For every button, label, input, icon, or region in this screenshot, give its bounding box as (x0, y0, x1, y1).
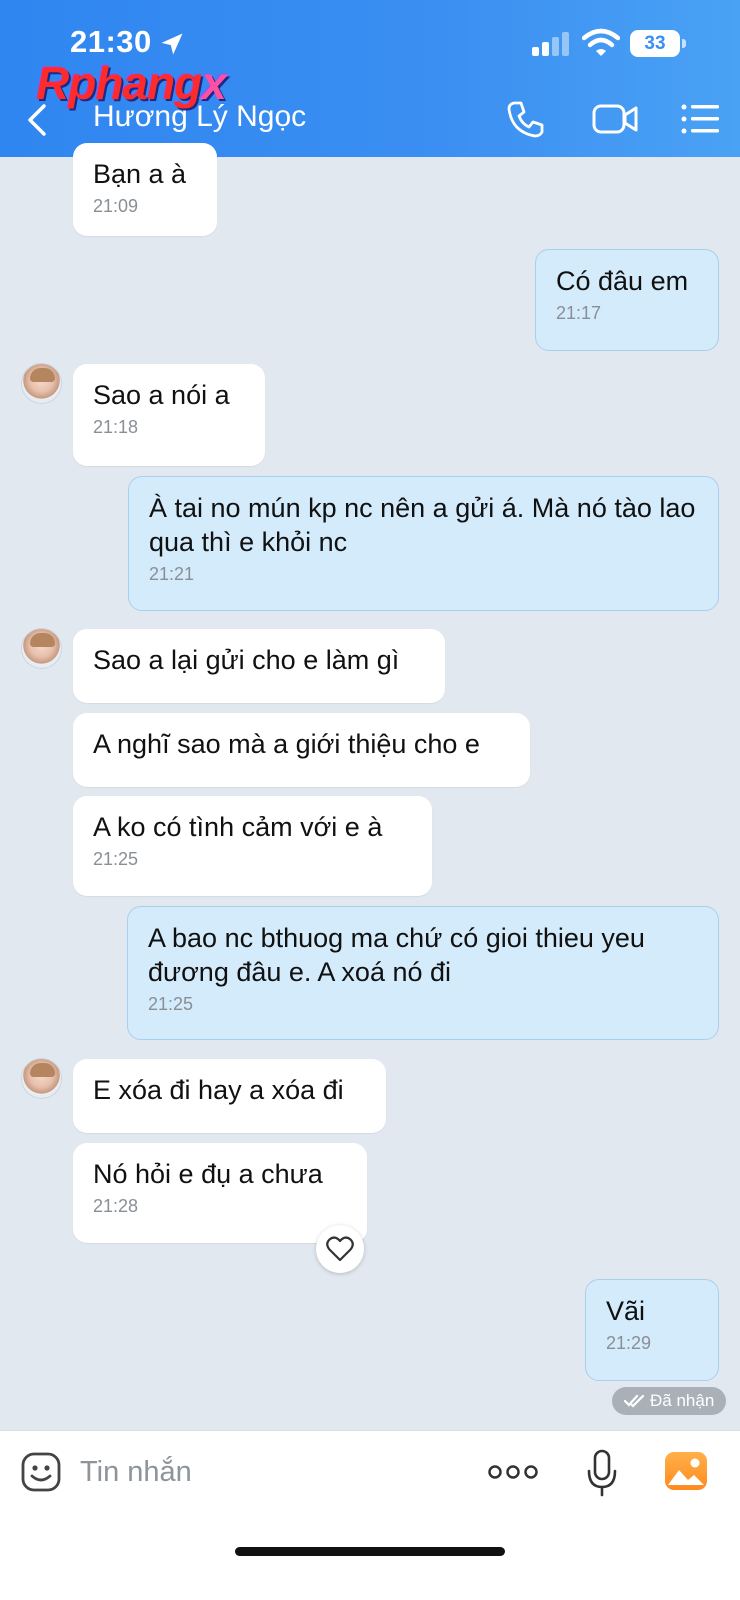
location-arrow-icon (161, 33, 183, 55)
double-check-icon (624, 1394, 645, 1408)
phone-icon[interactable] (506, 99, 546, 139)
received-status-text: Đã nhận (650, 1391, 715, 1410)
incoming-message[interactable]: A ko có tình cảm với e à 21:25 (73, 796, 432, 896)
wifi-icon (582, 28, 620, 56)
outgoing-message[interactable]: Vãi 21:29 (585, 1279, 719, 1381)
received-status-badge: Đã nhận (612, 1387, 727, 1415)
battery-icon: 33 (630, 30, 686, 57)
outgoing-message[interactable]: Có đâu em 21:17 (535, 249, 719, 351)
contact-name[interactable]: Hương Lý Ngọc (93, 100, 306, 134)
react-heart-button[interactable] (316, 1225, 364, 1273)
mic-icon[interactable] (586, 1449, 618, 1497)
incoming-message[interactable]: Nó hỏi e đụ a chưa 21:28 (73, 1143, 367, 1243)
status-time: 21:30 (70, 24, 152, 59)
battery-level: 33 (630, 30, 680, 57)
menu-icon[interactable] (680, 102, 720, 136)
incoming-message[interactable]: E xóa đi hay a xóa đi (73, 1059, 386, 1133)
video-icon[interactable] (592, 102, 638, 136)
message-input[interactable] (80, 1449, 460, 1495)
incoming-message[interactable]: Bạn a à 21:09 (73, 143, 217, 236)
signal-icon (532, 32, 569, 56)
contact-avatar[interactable] (21, 1058, 62, 1099)
heart-icon (326, 1236, 354, 1262)
photo-icon[interactable] (664, 1451, 708, 1491)
back-button[interactable] (22, 100, 52, 140)
chat-header: 21:30 33 Rphangx Hương Lý Ngọc (0, 0, 740, 157)
outgoing-message[interactable]: A bao nc bthuog ma chứ có gioi thieu yeu… (127, 906, 719, 1040)
incoming-message[interactable]: Sao a nói a 21:18 (73, 364, 265, 466)
contact-avatar[interactable] (21, 363, 62, 404)
home-indicator (235, 1547, 505, 1556)
sticker-icon[interactable] (20, 1451, 62, 1493)
incoming-message[interactable]: A nghĩ sao mà a giới thiệu cho e (73, 713, 530, 787)
incoming-message[interactable]: Sao a lại gửi cho e làm gì (73, 629, 445, 703)
message-composer (0, 1430, 740, 1600)
outgoing-message[interactable]: À tai no mún kp nc nên a gửi á. Mà nó tà… (128, 476, 719, 611)
contact-avatar[interactable] (21, 628, 62, 669)
more-icon[interactable] (488, 1461, 538, 1483)
message-list[interactable]: Bạn a à 21:09 Có đâu em 21:17 Sao a nói … (0, 143, 740, 1457)
